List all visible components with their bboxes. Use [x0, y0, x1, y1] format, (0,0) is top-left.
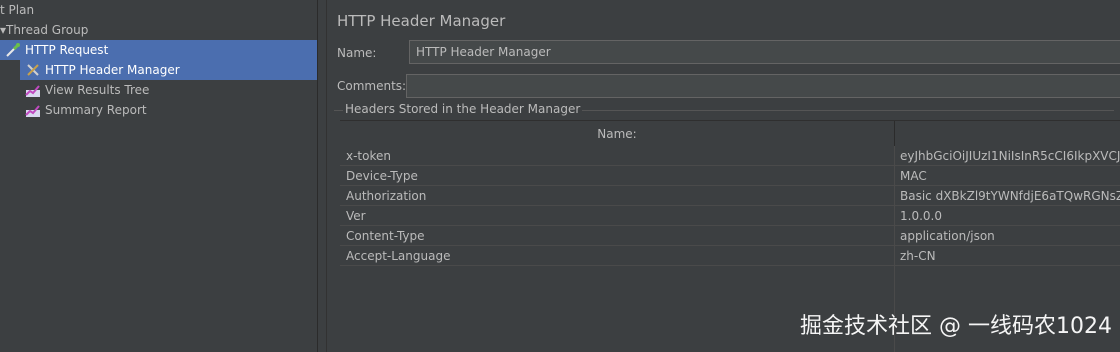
header-value-cell[interactable]: Basic dXBkZl9tYWNfdjE6aTQwRGNsZiRzM [900, 186, 1120, 205]
table-row[interactable]: Ver 1.0.0.0 [340, 206, 1120, 226]
tree-item-label: View Results Tree [45, 83, 150, 97]
table-row[interactable]: Authorization Basic dXBkZl9tYWNfdjE6aTQw… [340, 186, 1120, 206]
tree-item-label: HTTP Request [25, 43, 109, 57]
pipette-icon [5, 42, 21, 58]
tree-item-label: Summary Report [45, 103, 147, 117]
tree-item-thread-group[interactable]: ▾ Thread Group [0, 20, 317, 40]
header-manager-panel: HTTP Header Manager Name: HTTP Header Ma… [327, 0, 1120, 352]
wrench-icon [25, 62, 41, 78]
listener-chart-icon [25, 82, 41, 98]
tree-item-label: t Plan [0, 3, 35, 17]
name-label: Name: [337, 46, 377, 60]
header-name-cell[interactable]: x-token [346, 146, 886, 165]
tree-item-test-plan[interactable]: t Plan [0, 0, 317, 20]
name-field[interactable]: HTTP Header Manager [409, 40, 1120, 64]
tree-item-view-results-tree[interactable]: View Results Tree [20, 80, 317, 100]
table-row[interactable]: x-token eyJhbGciOiJIUzI1NiIsInR5cCI6IkpX… [340, 146, 1120, 166]
tree-item-http-header-manager[interactable]: HTTP Header Manager [20, 60, 317, 80]
tree-item-label: HTTP Header Manager [45, 63, 180, 77]
listener-chart-icon [25, 102, 41, 118]
header-name-cell[interactable]: Accept-Language [346, 246, 886, 265]
header-name-cell[interactable]: Content-Type [346, 226, 886, 245]
comments-label: Comments: [337, 79, 407, 93]
header-value-cell[interactable]: zh-CN [900, 246, 1120, 265]
column-header-value[interactable] [895, 121, 1120, 147]
watermark: 掘金技术社区 @ 一线码农1024 [800, 314, 1112, 339]
header-value-cell[interactable]: MAC [900, 166, 1120, 185]
page-title: HTTP Header Manager [337, 12, 506, 30]
table-row[interactable]: Device-Type MAC [340, 166, 1120, 186]
test-plan-tree: t Plan ▾ Thread Group HTTP Request HTTP … [0, 0, 317, 352]
tree-item-http-request[interactable]: HTTP Request [0, 40, 317, 60]
tree-item-summary-report[interactable]: Summary Report [20, 100, 317, 120]
split-pane-divider[interactable] [317, 0, 327, 352]
header-value-cell[interactable]: eyJhbGciOiJIUzI1NiIsInR5cCI6IkpXVCJ9.eyJ [900, 146, 1120, 165]
table-header: Name: [340, 120, 1120, 148]
column-header-name[interactable]: Name: [340, 121, 894, 147]
table-row[interactable]: Accept-Language zh-CN [340, 246, 1120, 266]
headers-group-title: Headers Stored in the Header Manager [343, 102, 583, 116]
header-value-cell[interactable]: 1.0.0.0 [900, 206, 1120, 225]
header-name-cell[interactable]: Ver [346, 206, 886, 225]
header-value-cell[interactable]: application/json [900, 226, 1120, 245]
header-name-cell[interactable]: Device-Type [346, 166, 886, 185]
tree-item-label: Thread Group [6, 23, 89, 37]
comments-field[interactable] [406, 74, 1120, 98]
header-name-cell[interactable]: Authorization [346, 186, 886, 205]
table-row[interactable]: Content-Type application/json [340, 226, 1120, 246]
